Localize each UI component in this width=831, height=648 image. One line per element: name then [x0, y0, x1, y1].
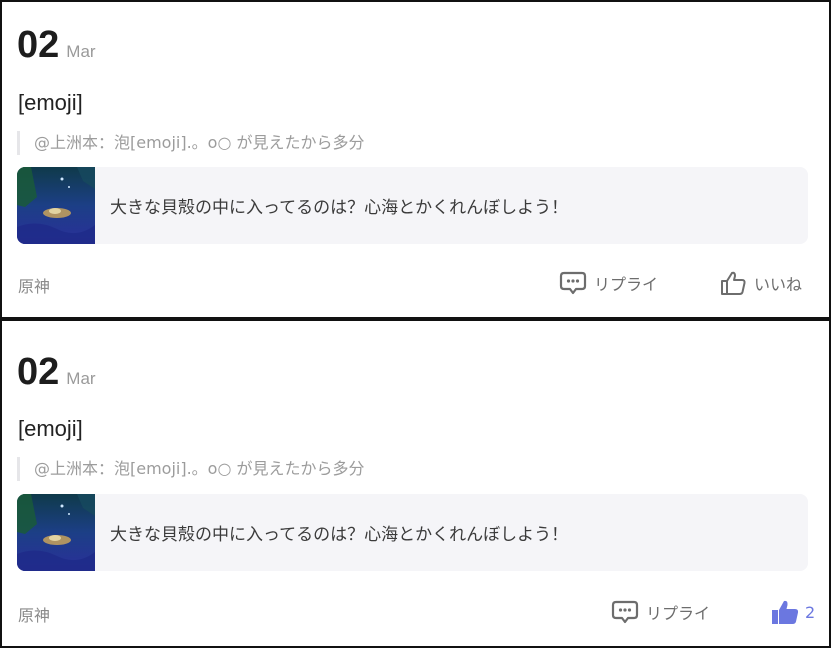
reply-label: リプライ	[594, 275, 659, 294]
linked-post-thumbnail	[17, 494, 95, 571]
post-card-2: 02 Mar [emoji] @上洲本：泡[emoji].。o○ が見えたから多…	[0, 319, 831, 648]
game-tag[interactable]: 原神	[18, 273, 50, 297]
speech-bubble-icon	[559, 271, 587, 295]
date-month: Mar	[66, 369, 96, 388]
reply-button[interactable]: リプライ	[611, 599, 710, 625]
linked-post-card[interactable]: 大きな貝殻の中に入ってるのは？心海とかくれんぼしよう！	[17, 494, 808, 571]
quoted-reply[interactable]: @上洲本：泡[emoji].。o○ が見えたから多分	[17, 131, 365, 155]
speech-bubble-icon	[611, 600, 639, 624]
like-count: 2	[805, 602, 816, 622]
linked-post-title: 大きな貝殻の中に入ってるのは？心海とかくれんぼしよう！	[110, 525, 569, 545]
post-content: [emoji]	[18, 416, 83, 441]
post-content: [emoji]	[18, 90, 83, 115]
date-day: 02	[17, 24, 60, 66]
post-card-1: 02 Mar [emoji] @上洲本：泡[emoji].。o○ が見えたから多…	[0, 0, 831, 319]
like-button[interactable]: いいね	[719, 270, 802, 296]
linked-post-title: 大きな貝殻の中に入ってるのは？心海とかくれんぼしよう！	[110, 198, 569, 218]
like-label: いいね	[754, 275, 803, 294]
date-month: Mar	[66, 42, 96, 61]
thumbs-up-filled-icon	[772, 600, 799, 624]
like-button-liked[interactable]: 2	[770, 599, 815, 625]
date-day: 02	[17, 351, 60, 393]
linked-post-thumbnail	[17, 167, 95, 244]
quoted-reply[interactable]: @上洲本：泡[emoji].。o○ が見えたから多分	[17, 457, 365, 481]
game-tag[interactable]: 原神	[18, 602, 50, 626]
thumbs-up-icon	[721, 271, 746, 295]
reply-label: リプライ	[646, 604, 711, 623]
reply-button[interactable]: リプライ	[559, 270, 658, 296]
post-date: 02 Mar	[17, 351, 96, 394]
linked-post-card[interactable]: 大きな貝殻の中に入ってるのは？心海とかくれんぼしよう！	[17, 167, 808, 244]
post-date: 02 Mar	[17, 24, 96, 67]
